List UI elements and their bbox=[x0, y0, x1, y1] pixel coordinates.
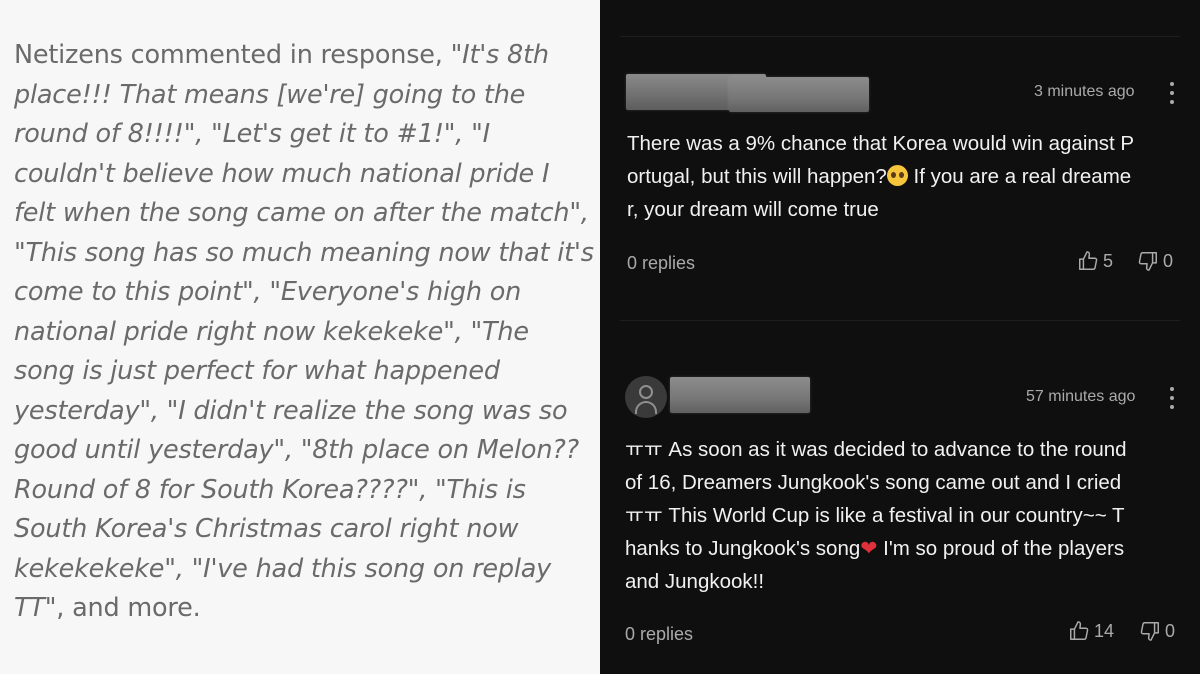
comment-line-part: hanks to Jungkook's song bbox=[625, 537, 861, 560]
more-vertical-icon[interactable] bbox=[1169, 82, 1175, 108]
like-count: 5 bbox=[1103, 250, 1114, 271]
comment-line: ㅠㅠ This World Cup is like a festival in … bbox=[625, 504, 1125, 527]
comment-timestamp: 3 minutes ago bbox=[1034, 83, 1135, 100]
comment-line: and Jungkook!! bbox=[625, 570, 765, 593]
comment-line-part: If you are a real dreame bbox=[907, 165, 1132, 188]
comment-divider bbox=[620, 320, 1180, 321]
like-button[interactable]: 5 bbox=[1077, 250, 1113, 272]
like-button[interactable]: 14 bbox=[1068, 620, 1114, 642]
dislike-count: 0 bbox=[1165, 620, 1176, 641]
comment-text: There was a 9% chance that Korea would w… bbox=[627, 127, 1187, 226]
comment-line-part: I'm so proud of the players bbox=[877, 537, 1125, 560]
comment-text: ㅠㅠ As soon as it was decided to advance … bbox=[625, 433, 1190, 598]
replies-link[interactable]: 0 replies bbox=[627, 253, 695, 274]
article-paragraph: Netizens commented in response, "It's 8t… bbox=[14, 36, 594, 629]
comment-timestamp: 57 minutes ago bbox=[1026, 388, 1136, 405]
comment-line: hanks to Jungkook's song❤ I'm so proud o… bbox=[625, 532, 1190, 565]
red-heart-emoji: ❤ bbox=[860, 536, 878, 560]
comment-line: ㅠㅠ As soon as it was decided to advance … bbox=[625, 438, 1127, 461]
dislike-count: 0 bbox=[1163, 250, 1174, 271]
like-count: 14 bbox=[1094, 620, 1115, 641]
replies-link[interactable]: 0 replies bbox=[625, 624, 693, 645]
article-outro: , and more. bbox=[56, 593, 201, 623]
blurred-username[interactable] bbox=[729, 77, 869, 112]
top-divider bbox=[620, 36, 1180, 37]
blurred-username[interactable] bbox=[670, 377, 810, 413]
article-panel: Netizens commented in response, "It's 8t… bbox=[0, 0, 600, 674]
comment-line: r, your dream will come true bbox=[627, 198, 879, 221]
thumbs-down-icon bbox=[1138, 252, 1157, 271]
comment-line: of 16, Dreamers Jungkook's song came out… bbox=[625, 471, 1122, 494]
dislike-button[interactable]: 0 bbox=[1139, 620, 1175, 642]
comments-panel: 3 minutes ago There was a 9% chance that… bbox=[600, 0, 1200, 674]
default-avatar-icon[interactable] bbox=[625, 376, 667, 418]
dislike-button[interactable]: 0 bbox=[1137, 250, 1173, 272]
thumbs-up-icon bbox=[1070, 621, 1089, 640]
comment-line-part: ortugal, but this will happen? bbox=[627, 165, 887, 188]
thumbs-down-icon bbox=[1140, 622, 1159, 641]
article-quotes: "It's 8th place!!! That means [we're] go… bbox=[14, 40, 594, 623]
comment-line: There was a 9% chance that Korea would w… bbox=[627, 132, 1135, 155]
more-vertical-icon[interactable] bbox=[1169, 387, 1175, 413]
comment-line: ortugal, but this will happen? If you ar… bbox=[627, 160, 1187, 193]
crying-face-emoji bbox=[886, 165, 908, 186]
thumbs-up-icon bbox=[1079, 251, 1098, 270]
article-intro: Netizens commented in response, bbox=[14, 40, 451, 70]
